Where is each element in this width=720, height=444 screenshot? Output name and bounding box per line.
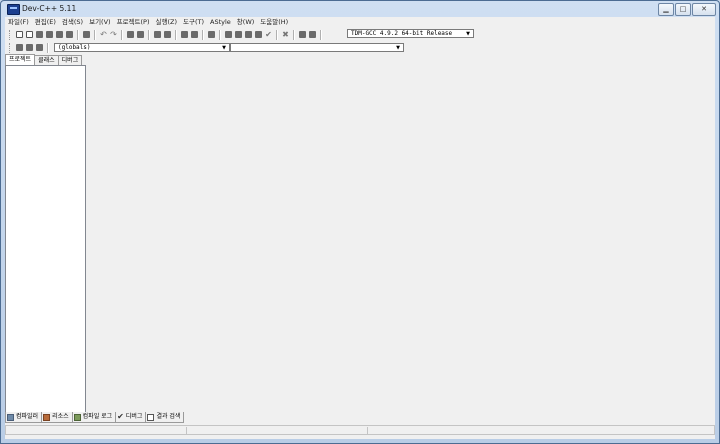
tab-compile-log-label: 컴파일 로그 — [82, 413, 113, 420]
menu-window[interactable]: 창(W) — [234, 17, 257, 27]
toolbar-separator — [202, 29, 204, 40]
tab-find-results[interactable]: 결과 검색 — [145, 412, 185, 423]
close-button[interactable]: ✕ — [692, 3, 716, 16]
remove-from-project-icon[interactable] — [35, 43, 44, 52]
close-file-icon[interactable] — [55, 30, 64, 39]
menu-bar: 파일(F) 편집(E) 검색(S) 보기(V) 프로젝트(P) 실행(Z) 도구… — [5, 17, 715, 27]
toolbar-grip — [9, 42, 12, 53]
new-file-icon[interactable] — [15, 30, 24, 39]
toolbar-separator — [148, 29, 150, 40]
left-panel-tabs: 프로젝트 클래스 디버그 — [5, 54, 83, 65]
toolbar-separator — [94, 29, 96, 40]
save-icon[interactable] — [35, 30, 44, 39]
maximize-button[interactable]: □ — [675, 3, 691, 16]
compile-run-icon[interactable] — [244, 30, 253, 39]
resources-icon — [43, 413, 51, 421]
menu-help[interactable]: 도움말(H) — [257, 17, 291, 27]
find-icon[interactable] — [126, 30, 135, 39]
find-next-icon[interactable] — [153, 30, 162, 39]
chevron-down-icon[interactable]: ▼ — [394, 44, 402, 51]
devcpp-app-icon[interactable] — [7, 4, 20, 15]
minimize-button[interactable]: ▁ — [658, 3, 674, 16]
tab-find-results-label: 결과 검색 — [156, 413, 181, 420]
menu-execute[interactable]: 실행(Z) — [153, 17, 181, 27]
run-icon[interactable] — [234, 30, 243, 39]
caption-buttons: ▁ □ ✕ — [657, 3, 716, 16]
menu-view[interactable]: 보기(V) — [86, 17, 113, 27]
main-toolbar: ↶ ↷ ✔ ✖ — [7, 28, 325, 41]
print-icon[interactable] — [82, 30, 91, 39]
profile-icon[interactable] — [298, 30, 307, 39]
bottom-panel-tabs: 컴파일러 리소스 컴파일 로그 ✔ 디버그 결과 검색 — [5, 412, 185, 423]
menu-edit[interactable]: 편집(E) — [32, 17, 59, 27]
compile-log-icon — [73, 413, 81, 421]
toolbar-separator — [121, 29, 123, 40]
tab-classes[interactable]: 클래스 — [34, 55, 59, 65]
new-project-icon[interactable] — [15, 43, 24, 52]
toolbar-separator — [175, 29, 177, 40]
syntax-check-icon[interactable]: ✔ — [264, 30, 273, 39]
tab-debug-output[interactable]: ✔ 디버그 — [115, 412, 147, 423]
toolbar-separator — [47, 42, 49, 53]
replace-icon[interactable] — [136, 30, 145, 39]
stop-execution-icon[interactable]: ✖ — [281, 30, 290, 39]
toolbar-separator — [293, 29, 295, 40]
tab-compile-log[interactable]: 컴파일 로그 — [71, 412, 117, 423]
tab-resources-label: 리소스 — [52, 413, 69, 420]
redo-icon[interactable]: ↷ — [109, 30, 118, 39]
indent-right-icon[interactable] — [190, 30, 199, 39]
open-file-icon[interactable] — [25, 30, 34, 39]
status-bar — [5, 425, 715, 435]
debug-check-icon: ✔ — [117, 412, 124, 421]
menu-astyle[interactable]: AStyle — [207, 17, 234, 27]
class-combo-value: (globals) — [58, 44, 91, 51]
tab-debug[interactable]: 디버그 — [57, 55, 83, 65]
compiler-grid-icon — [7, 413, 14, 421]
tab-resources[interactable]: 리소스 — [41, 412, 73, 423]
undo-icon[interactable]: ↶ — [99, 30, 108, 39]
toolbar-separator — [320, 29, 322, 40]
delete-profile-icon[interactable] — [308, 30, 317, 39]
toolbar-grip — [9, 29, 12, 40]
compile-icon[interactable] — [224, 30, 233, 39]
app-window: Dev-C++ 5.11 ▁ □ ✕ 파일(F) 편집(E) 검색(S) 보기(… — [0, 0, 720, 444]
add-to-project-icon[interactable] — [25, 43, 34, 52]
find-results-icon — [147, 413, 155, 421]
chevron-down-icon[interactable]: ▼ — [220, 44, 228, 51]
status-cell — [187, 427, 368, 434]
tab-compiler[interactable]: 컴파일러 — [5, 412, 43, 423]
secondary-toolbar — [7, 41, 52, 54]
tab-compiler-label: 컴파일러 — [16, 413, 39, 420]
title-bar[interactable]: Dev-C++ 5.11 ▁ □ ✕ — [1, 1, 719, 17]
rebuild-all-icon[interactable] — [254, 30, 263, 39]
menu-project[interactable]: 프로젝트(P) — [114, 17, 153, 27]
left-panel: 프로젝트 클래스 디버그 — [5, 54, 86, 421]
bookmark-icon[interactable] — [207, 30, 216, 39]
tab-debug-output-label: 디버그 — [125, 413, 143, 420]
editor-area[interactable] — [87, 55, 711, 411]
member-combo[interactable]: ▼ — [230, 43, 404, 52]
status-cell — [6, 427, 187, 434]
window-title: Dev-C++ 5.11 — [22, 4, 77, 13]
save-all-icon[interactable] — [45, 30, 54, 39]
menu-file[interactable]: 파일(F) — [5, 17, 32, 27]
toolbar-separator — [77, 29, 79, 40]
goto-line-icon[interactable] — [163, 30, 172, 39]
toolbar-separator — [276, 29, 278, 40]
class-combo[interactable]: (globals) ▼ — [54, 43, 230, 52]
indent-left-icon[interactable] — [180, 30, 189, 39]
compiler-select[interactable]: TDM-GCC 4.9.2 64-bit Release ▼ — [347, 29, 474, 38]
chevron-down-icon[interactable]: ▼ — [464, 30, 472, 37]
close-all-icon[interactable] — [65, 30, 74, 39]
compiler-select-value: TDM-GCC 4.9.2 64-bit Release — [351, 30, 453, 37]
tab-project[interactable]: 프로젝트 — [5, 54, 36, 65]
menu-search[interactable]: 검색(S) — [59, 17, 86, 27]
menu-tools[interactable]: 도구(T) — [180, 17, 207, 27]
project-tree[interactable] — [5, 65, 86, 421]
toolbar-separator — [219, 29, 221, 40]
